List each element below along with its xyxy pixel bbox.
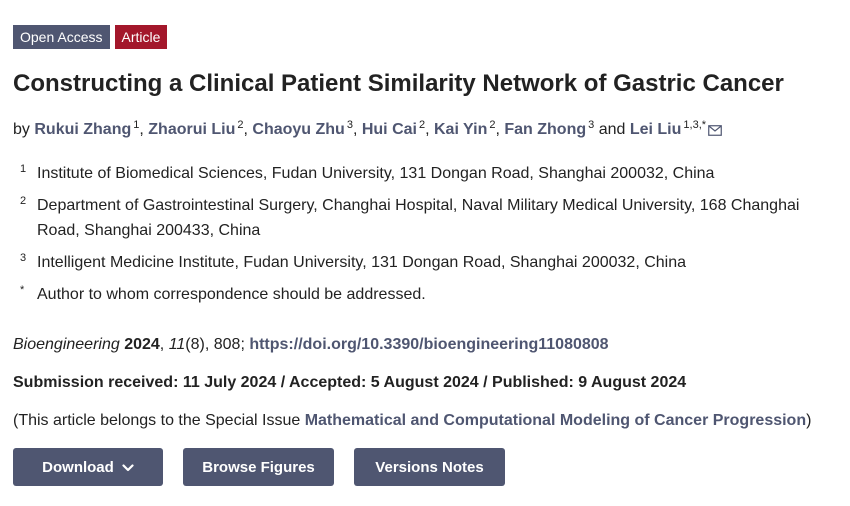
article-type-badge: Article	[114, 25, 168, 49]
special-issue-note: (This article belongs to the Special Iss…	[13, 410, 811, 432]
affiliation-text: Intelligent Medicine Institute, Fudan Un…	[37, 254, 687, 271]
action-buttons: Download Browse Figures Versions Notes	[13, 448, 505, 486]
download-button-label: Download	[42, 458, 114, 476]
browse-figures-button[interactable]: Browse Figures	[183, 448, 334, 486]
citation-volume: 11	[168, 336, 186, 353]
envelope-icon[interactable]	[708, 121, 722, 143]
author-entry: Zhaorui Liu 2,	[148, 119, 252, 138]
author-entry: Chaoyu Zhu 3,	[252, 119, 362, 138]
author-name-link[interactable]: Hui Cai	[362, 121, 417, 138]
author-separator: ,	[139, 121, 149, 138]
author-entry: Rukui Zhang 1,	[34, 119, 149, 138]
citation-year: 2024	[124, 336, 160, 353]
affiliation-number: 2	[20, 195, 27, 207]
citation-issue-pages: (8), 808;	[185, 336, 250, 353]
author-entry: Kai Yin 2,	[434, 119, 504, 138]
doi-link[interactable]: https://doi.org/10.3390/bioengineering11…	[249, 336, 608, 353]
article-title: Constructing a Clinical Patient Similari…	[13, 70, 784, 97]
special-issue-link[interactable]: Mathematical and Computational Modeling …	[305, 412, 806, 429]
versions-notes-button[interactable]: Versions Notes	[354, 448, 505, 486]
journal-name[interactable]: Bioengineering	[13, 336, 120, 353]
author-entry: Lei Liu 1,3,*	[630, 119, 722, 138]
author-name-link[interactable]: Zhaorui Liu	[148, 121, 235, 138]
open-access-badge[interactable]: Open Access	[13, 25, 110, 49]
publication-dates: Submission received: 11 July 2024 / Acce…	[13, 374, 687, 391]
author-name-link[interactable]: Chaoyu Zhu	[252, 121, 344, 138]
author-entry: Hui Cai 2,	[362, 119, 434, 138]
affiliation-text: Institute of Biomedical Sciences, Fudan …	[37, 165, 715, 182]
author-name-link[interactable]: Rukui Zhang	[34, 121, 131, 138]
citation-line: Bioengineering 2024, 11(8), 808; https:/…	[13, 336, 609, 353]
author-list: by Rukui Zhang 1, Zhaorui Liu 2, Chaoyu Zh…	[13, 114, 722, 143]
author-separator: ,	[425, 121, 434, 138]
affiliation-item: * Author to whom correspondence should be…	[20, 282, 840, 307]
author-separator: ,	[352, 121, 362, 138]
affiliation-number: *	[20, 284, 25, 296]
byline-prefix: by	[13, 121, 30, 138]
special-issue-suffix: )	[806, 412, 812, 429]
affiliation-number: 3	[20, 252, 27, 264]
chevron-down-icon	[122, 459, 134, 476]
author-separator: and	[594, 121, 630, 138]
affiliation-text: Department of Gastrointestinal Surgery, …	[37, 197, 800, 239]
author-name-link[interactable]: Lei Liu	[630, 121, 682, 138]
author-entry: Fan Zhong 3 and	[504, 119, 630, 138]
affiliation-text: Author to whom correspondence should be …	[37, 286, 426, 303]
affiliations-list: 1 Institute of Biomedical Sciences, Fudan…	[20, 161, 840, 314]
author-affiliation-sup: 1,3,*	[683, 119, 707, 131]
author-name-link[interactable]: Fan Zhong	[504, 121, 586, 138]
affiliation-item: 1 Institute of Biomedical Sciences, Fudan…	[20, 161, 840, 186]
article-badges: Open Access Article	[13, 25, 168, 49]
download-button[interactable]: Download	[13, 448, 163, 486]
author-name-link[interactable]: Kai Yin	[434, 121, 487, 138]
affiliation-number: 1	[20, 163, 27, 175]
affiliation-item: 3 Intelligent Medicine Institute, Fudan U…	[20, 250, 840, 275]
special-issue-prefix: (This article belongs to the Special Iss…	[13, 412, 305, 429]
affiliation-item: 2 Department of Gastrointestinal Surgery,…	[20, 193, 840, 243]
